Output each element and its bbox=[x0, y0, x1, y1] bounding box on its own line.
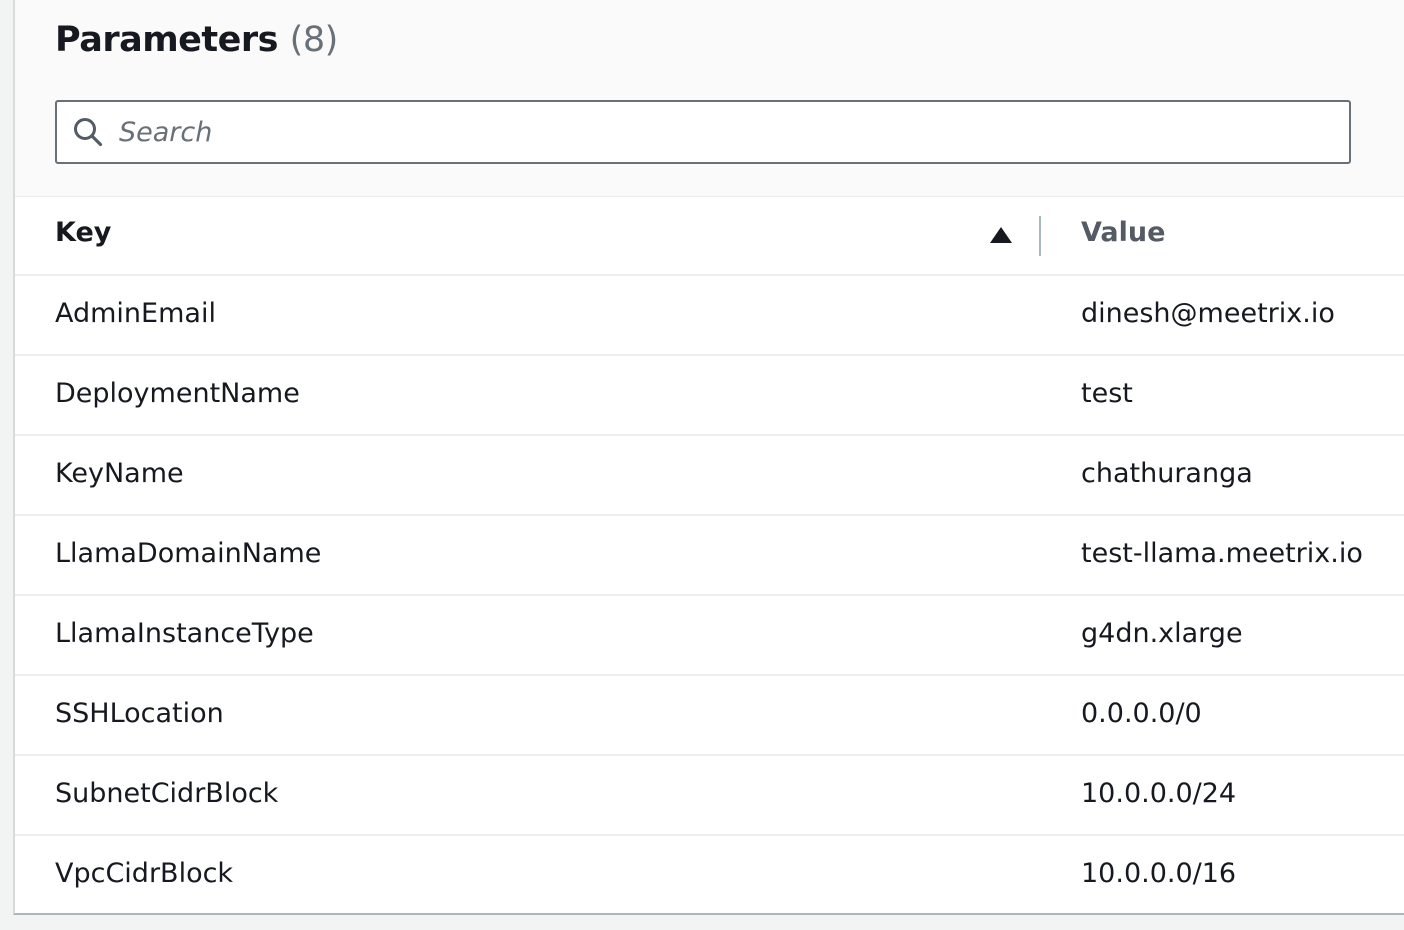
table-row: LlamaInstanceType g4dn.xlarge bbox=[15, 596, 1404, 676]
row-value: 10.0.0.0/16 bbox=[1081, 858, 1237, 889]
title-text: Parameters bbox=[55, 20, 278, 60]
row-key: DeploymentName bbox=[55, 378, 300, 409]
column-header-value[interactable]: Value bbox=[1081, 217, 1165, 248]
page-title: Parameters (8) bbox=[55, 20, 338, 60]
row-key: LlamaDomainName bbox=[55, 538, 322, 569]
table-header: Key Value bbox=[15, 197, 1404, 276]
column-header-key[interactable]: Key bbox=[55, 217, 111, 248]
panel-header: Parameters (8) bbox=[15, 0, 1404, 197]
table-row: SSHLocation 0.0.0.0/0 bbox=[15, 676, 1404, 756]
table-row: VpcCidrBlock 10.0.0.0/16 bbox=[15, 836, 1404, 916]
table-row: DeploymentName test bbox=[15, 356, 1404, 436]
column-resize-handle[interactable] bbox=[1039, 216, 1041, 256]
search-box[interactable] bbox=[55, 100, 1351, 164]
row-key: VpcCidrBlock bbox=[55, 858, 234, 889]
parameters-table-body: AdminEmail dinesh@meetrix.io DeploymentN… bbox=[15, 276, 1404, 916]
parameters-panel: Parameters (8) Key Value AdminEmail dine… bbox=[13, 0, 1404, 915]
table-row: SubnetCidrBlock 10.0.0.0/24 bbox=[15, 756, 1404, 836]
row-value: 10.0.0.0/24 bbox=[1081, 778, 1237, 809]
sort-ascending-icon[interactable] bbox=[990, 227, 1012, 243]
search-input[interactable] bbox=[119, 108, 1329, 156]
row-key: AdminEmail bbox=[55, 298, 216, 329]
search-icon bbox=[74, 118, 103, 147]
row-value: g4dn.xlarge bbox=[1081, 618, 1243, 649]
row-key: LlamaInstanceType bbox=[55, 618, 314, 649]
row-value: test bbox=[1081, 378, 1133, 409]
row-key: SSHLocation bbox=[55, 698, 224, 729]
table-row: LlamaDomainName test-llama.meetrix.io bbox=[15, 516, 1404, 596]
parameter-count: (8) bbox=[289, 20, 339, 60]
table-row: AdminEmail dinesh@meetrix.io bbox=[15, 276, 1404, 356]
row-value: chathuranga bbox=[1081, 458, 1253, 489]
table-row: KeyName chathuranga bbox=[15, 436, 1404, 516]
row-value: dinesh@meetrix.io bbox=[1081, 298, 1335, 329]
row-key: SubnetCidrBlock bbox=[55, 778, 279, 809]
row-value: 0.0.0.0/0 bbox=[1081, 698, 1202, 729]
row-key: KeyName bbox=[55, 458, 184, 489]
row-value: test-llama.meetrix.io bbox=[1081, 538, 1363, 569]
